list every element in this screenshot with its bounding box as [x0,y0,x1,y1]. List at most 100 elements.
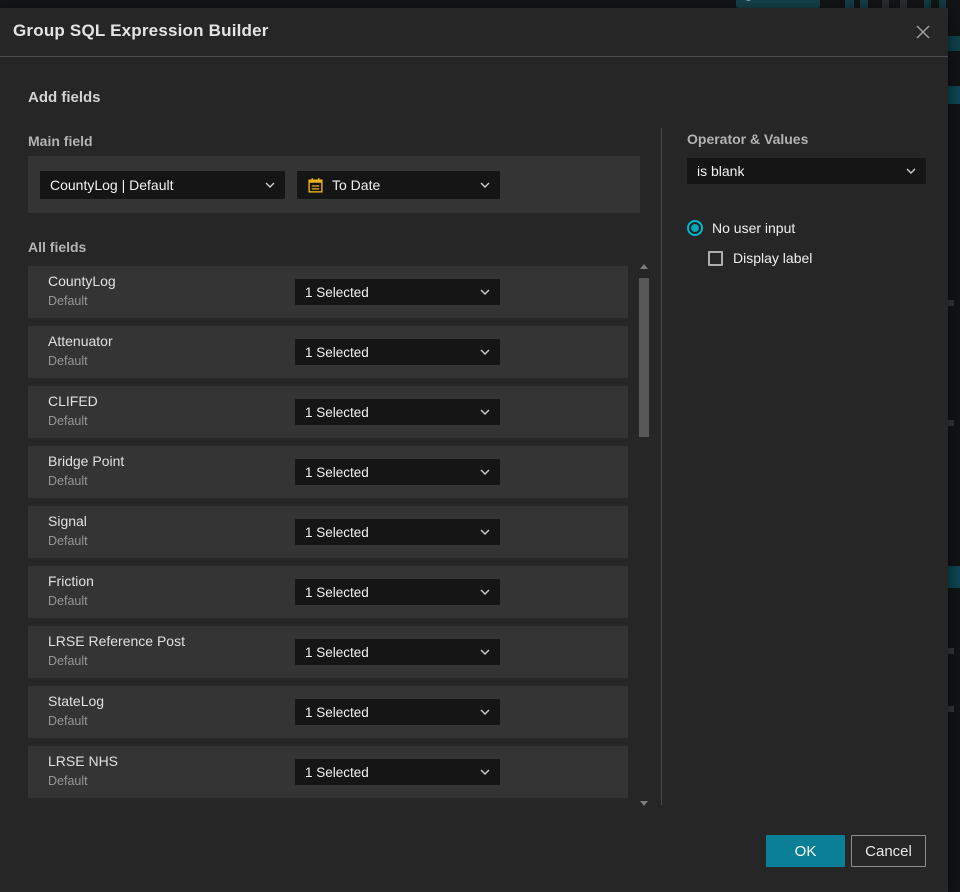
live-view-label: Live view [758,0,805,3]
field-name: CountyLog [48,273,116,289]
field-selection-dropdown[interactable]: 1 Selected [295,699,500,725]
dialog-title: Group SQL Expression Builder [13,21,269,40]
field-row: LRSE NHS Default 1 Selected [28,746,628,798]
date-field-icon [308,177,323,193]
close-button[interactable] [910,19,936,45]
background-fragment [948,566,960,588]
field-name: Signal [48,513,87,529]
field-name: LRSE NHS [48,753,119,769]
field-name: Friction [48,573,94,589]
chevron-down-icon [906,168,916,174]
field-row: CLIFED Default 1 Selected [28,386,628,438]
background-fragment [845,0,854,8]
field-selection-value: 1 Selected [305,404,369,420]
chevron-down-icon [480,289,490,295]
field-layer: Default [48,594,88,608]
background-fragment [948,420,954,426]
field-selection-dropdown[interactable]: 1 Selected [295,759,500,785]
field-layer: Default [48,354,88,368]
panel-divider [661,128,662,805]
field-name: CLIFED [48,393,98,409]
field-layer: Default [48,534,88,548]
scroll-down-arrow-icon[interactable] [640,801,648,806]
main-attribute-dropdown-value: To Date [332,177,381,193]
display-label-checkbox[interactable]: Display label [708,250,812,266]
ok-button[interactable]: OK [766,835,845,867]
chevron-down-icon [480,709,490,715]
field-selection-dropdown[interactable]: 1 Selected [295,579,500,605]
background-fragment [882,0,889,8]
field-selection-value: 1 Selected [305,524,369,540]
scroll-up-arrow-icon[interactable] [640,264,648,269]
operator-values-label: Operator & Values [687,131,809,147]
add-fields-heading: Add fields [28,89,101,106]
field-name: LRSE Reference Post [48,633,185,649]
field-row: LRSE Reference Post Default 1 Selected [28,626,628,678]
field-selection-dropdown[interactable]: 1 Selected [295,399,500,425]
background-right-strip [948,0,960,892]
field-row: Signal Default 1 Selected [28,506,628,558]
chevron-down-icon [480,182,490,188]
main-field-label: Main field [28,133,93,149]
group-sql-expression-builder-dialog: Group SQL Expression Builder Add fields … [0,8,948,892]
chevron-down-icon [480,529,490,535]
field-row: Attenuator Default 1 Selected [28,326,628,378]
field-row: CountyLog Default 1 Selected [28,266,628,318]
main-field-dropdown-value: CountyLog | Default [50,177,174,193]
close-icon [916,25,930,39]
main-field-panel: CountyLog | Default To Date [28,156,640,213]
chevron-down-icon [480,769,490,775]
field-selection-dropdown[interactable]: 1 Selected [295,279,500,305]
background-fragment [900,0,907,8]
field-name: Bridge Point [48,453,125,469]
live-dot-icon [745,0,752,1]
field-row: Friction Default 1 Selected [28,566,628,618]
checkbox-unchecked-icon [708,250,723,266]
field-selection-value: 1 Selected [305,584,369,600]
dialog-header: Group SQL Expression Builder [0,8,948,57]
chevron-down-icon [480,589,490,595]
chevron-down-icon [480,469,490,475]
field-selection-value: 1 Selected [305,644,369,660]
no-user-input-radio[interactable]: No user input [687,220,795,236]
field-selection-dropdown[interactable]: 1 Selected [295,639,500,665]
background-fragment [948,648,954,654]
main-attribute-dropdown[interactable]: To Date [297,171,500,199]
chevron-down-icon [265,182,275,188]
field-layer: Default [48,474,88,488]
background-fragment [948,86,960,104]
background-fragment [948,36,960,51]
background-fragment [948,300,954,306]
field-selection-dropdown[interactable]: 1 Selected [295,339,500,365]
field-selection-value: 1 Selected [305,344,369,360]
field-layer: Default [48,294,88,308]
background-top-strip: Live view [0,0,960,8]
field-name: StateLog [48,693,105,709]
chevron-down-icon [480,409,490,415]
all-fields-scrollbar [636,260,652,808]
field-selection-value: 1 Selected [305,764,369,780]
field-layer: Default [48,714,88,728]
cancel-button[interactable]: Cancel [851,835,926,867]
chevron-down-icon [480,649,490,655]
chevron-down-icon [480,349,490,355]
field-row: StateLog Default 1 Selected [28,686,628,738]
field-row: Bridge Point Default 1 Selected [28,446,628,498]
field-selection-value: 1 Selected [305,464,369,480]
live-view-button: Live view [736,0,820,8]
scrollbar-thumb[interactable] [639,278,649,437]
field-selection-dropdown[interactable]: 1 Selected [295,519,500,545]
background-fragment [924,0,931,8]
field-layer: Default [48,774,88,788]
field-layer: Default [48,414,88,428]
radio-selected-icon [687,220,703,236]
background-fragment [939,0,946,8]
main-field-dropdown[interactable]: CountyLog | Default [40,171,285,199]
field-selection-dropdown[interactable]: 1 Selected [295,459,500,485]
field-selection-value: 1 Selected [305,284,369,300]
all-fields-label: All fields [28,239,87,255]
no-user-input-label: No user input [712,220,796,236]
operator-dropdown[interactable]: is blank [687,158,926,184]
field-layer: Default [48,654,88,668]
display-label-text: Display label [733,250,813,266]
